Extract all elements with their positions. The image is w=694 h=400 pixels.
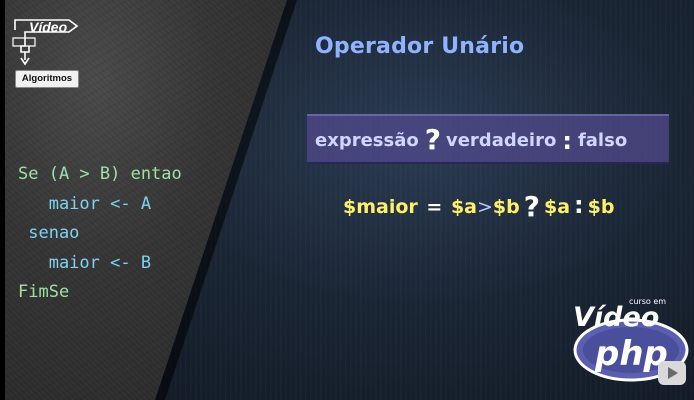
pseudocode-line: Se (A > B) entao	[18, 164, 182, 184]
pseudocode-block: Se (A > B) entao maior <- A senao maior …	[18, 160, 182, 308]
slide-title: Operador Unário	[315, 34, 525, 59]
pseudocode-line: maior <- B	[18, 252, 152, 273]
code-question: ?	[523, 190, 540, 223]
php-code-example: $maior = $a>$b? $a: $b	[343, 190, 614, 223]
pseudocode-line: FimSe	[18, 282, 70, 302]
code-colon: :	[574, 191, 584, 219]
video-frame: Vídeo Algoritmos Se (A > B) entao maior …	[5, 0, 694, 400]
badge-video-text: Vídeo	[573, 302, 659, 333]
logo-flowchart-icon: Vídeo	[12, 19, 79, 66]
code-result-a: $a	[544, 196, 571, 218]
algoritmos-logo: Vídeo Algoritmos	[11, 12, 91, 88]
code-result-b: $b	[587, 196, 615, 218]
logo-label: Algoritmos	[15, 70, 79, 88]
code-gt: >	[477, 196, 493, 218]
colon-mark: :	[562, 127, 572, 155]
code-equals: =	[426, 196, 443, 218]
code-b: $b	[492, 196, 520, 218]
video-player-stage[interactable]: Vídeo Algoritmos Se (A > B) entao maior …	[0, 0, 694, 400]
code-a: $a	[450, 196, 477, 218]
question-mark: ?	[424, 123, 441, 156]
pseudocode-line: maior <- A	[18, 193, 152, 214]
code-var: $maior	[343, 196, 418, 218]
logo-word: Vídeo	[29, 19, 68, 35]
true-part: verdadeiro	[445, 130, 557, 151]
pseudocode-line: senao	[18, 223, 80, 243]
ternary-expression: expressão? verdadeiro: falso	[315, 123, 627, 156]
expression-part: expressão	[315, 130, 419, 151]
play-icon[interactable]	[657, 360, 687, 386]
false-part: falso	[577, 130, 628, 151]
